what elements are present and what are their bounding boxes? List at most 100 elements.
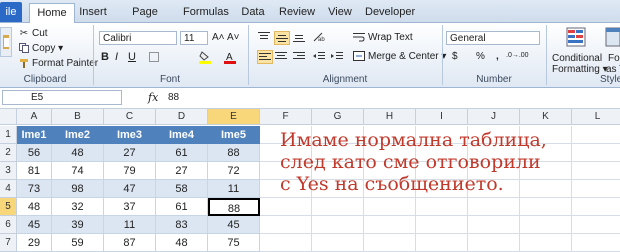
grid-cell[interactable] [312,216,364,234]
orientation-icon[interactable]: ab [312,31,326,43]
grid-cell[interactable] [520,234,572,252]
font-name-select[interactable]: Calibri [99,31,177,45]
formula-input[interactable]: 88 [168,92,179,103]
grid-cell[interactable] [416,198,468,216]
tab-view[interactable]: View [326,3,354,22]
row-header[interactable]: 7 [0,234,17,252]
table-cell[interactable]: 48 [17,198,52,216]
align-middle-icon[interactable] [274,31,290,45]
column-header[interactable]: B [52,109,104,125]
comma-style-button[interactable]: , [496,51,499,62]
table-cell[interactable]: 48 [156,234,208,252]
paste-icon[interactable] [0,27,12,57]
table-cell[interactable]: 61 [156,198,208,216]
row-header[interactable]: 3 [0,162,17,180]
grid-cell[interactable] [416,216,468,234]
table-cell[interactable]: 72 [208,162,260,180]
borders-icon[interactable] [148,51,160,63]
merge-center-button[interactable]: Merge & Center ▾ [368,51,446,62]
table-cell[interactable]: 75 [208,234,260,252]
format-painter-button[interactable]: Format Painter [32,58,98,69]
grid-cell[interactable] [468,198,520,216]
grid-cell[interactable] [520,198,572,216]
column-header[interactable]: J [468,109,520,125]
select-all-corner[interactable] [0,109,17,125]
column-header[interactable]: K [520,109,572,125]
table-cell[interactable]: 39 [52,216,104,234]
table-cell[interactable]: 58 [156,180,208,198]
table-cell[interactable]: 45 [208,216,260,234]
font-size-select[interactable]: 11 [180,31,208,45]
grow-font-button[interactable]: A˄ [212,32,225,43]
tab-data[interactable]: Data [238,3,268,22]
grid-cell[interactable] [572,216,620,234]
column-header[interactable]: H [364,109,416,125]
bold-button[interactable]: B [101,51,109,63]
grid-cell[interactable] [468,234,520,252]
insert-function-button[interactable]: fx [148,91,158,104]
number-format-select[interactable]: General [446,31,540,45]
row-header[interactable]: 6 [0,216,17,234]
grid-cell[interactable] [572,234,620,252]
grid-cell[interactable] [520,216,572,234]
table-cell[interactable]: 74 [52,162,104,180]
grid-cell[interactable] [364,198,416,216]
table-cell[interactable]: 27 [104,144,156,162]
table-cell[interactable]: 87 [104,234,156,252]
align-center-icon[interactable] [274,50,288,62]
table-cell[interactable]: 61 [156,144,208,162]
increase-decimal-button[interactable]: .0→.00 [506,52,529,59]
table-cell[interactable]: 79 [104,162,156,180]
column-header[interactable]: E [208,109,260,125]
column-header[interactable]: I [416,109,468,125]
table-cell[interactable]: 88 [208,144,260,162]
row-header[interactable]: 2 [0,144,17,162]
column-header[interactable]: D [156,109,208,125]
grid-cell[interactable] [260,234,312,252]
grid-cell[interactable] [312,234,364,252]
grid-cell[interactable] [364,234,416,252]
table-cell[interactable]: 11 [104,216,156,234]
table-header-cell[interactable]: Ime5 [208,126,260,144]
tab-file[interactable]: ile [0,2,22,22]
table-cell[interactable]: 98 [52,180,104,198]
grid-cell[interactable] [260,198,312,216]
align-left-icon[interactable] [257,50,273,64]
table-header-cell[interactable]: Ime2 [52,126,104,144]
column-header[interactable]: F [260,109,312,125]
fill-color-icon[interactable] [198,50,212,64]
underline-button[interactable]: U [128,51,136,63]
column-header[interactable]: G [312,109,364,125]
conditional-formatting-button[interactable]: Conditional [552,53,602,64]
table-cell[interactable]: 83 [156,216,208,234]
format-as-table-button[interactable]: Fo [608,53,620,64]
table-cell[interactable]: 47 [104,180,156,198]
grid-cell[interactable] [364,216,416,234]
table-cell[interactable]: 59 [52,234,104,252]
column-header[interactable]: C [104,109,156,125]
accounting-format-button[interactable]: $ [452,51,458,62]
decrease-indent-icon[interactable] [312,50,326,62]
table-cell[interactable]: 56 [17,144,52,162]
column-header[interactable]: L [572,109,620,125]
grid-cell[interactable] [468,216,520,234]
tab-developer[interactable]: Developer [365,3,415,22]
table-cell[interactable]: 32 [52,198,104,216]
tab-page-layout[interactable]: Page Layout [117,3,173,37]
align-bottom-icon[interactable] [292,31,306,43]
table-cell[interactable]: 73 [17,180,52,198]
grid-cell[interactable] [416,234,468,252]
percent-style-button[interactable]: % [476,51,485,62]
align-top-icon[interactable] [257,31,271,43]
increase-indent-icon[interactable] [330,50,344,62]
grid-cell[interactable] [572,198,620,216]
table-cell[interactable]: 27 [156,162,208,180]
table-cell[interactable]: 29 [17,234,52,252]
column-header[interactable]: A [17,109,52,125]
table-cell[interactable]: 37 [104,198,156,216]
active-cell[interactable]: 88 [208,198,260,216]
row-header[interactable]: 1 [0,126,17,144]
italic-button[interactable]: I [115,51,118,63]
font-color-icon[interactable]: A [223,50,237,64]
table-header-cell[interactable]: Ime4 [156,126,208,144]
